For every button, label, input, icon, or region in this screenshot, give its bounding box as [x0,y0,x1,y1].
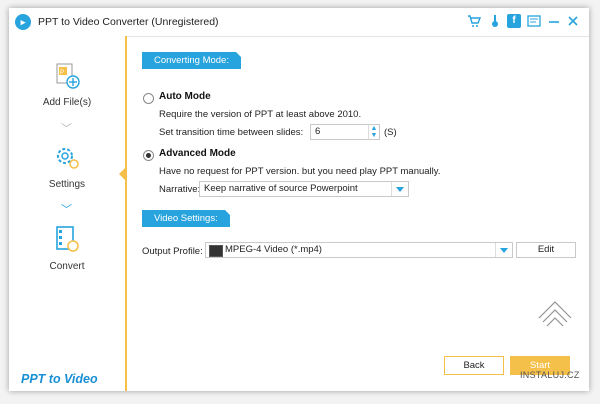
narrative-select[interactable]: Keep narrative of source Powerpoint [199,181,409,197]
output-profile-label: Output Profile: [142,246,203,257]
transition-time-value: 6 [315,126,321,137]
auto-mode-desc: Require the version of PPT at least abov… [159,109,362,120]
watermark-text: INSTALUJ.CZ [520,370,580,380]
auto-mode-label[interactable]: Auto Mode [159,91,211,102]
sidebar-item-convert[interactable]: Convert [9,224,125,272]
transition-time-input[interactable]: 6 ▲ ▼ [310,124,380,140]
edit-button[interactable]: Edit [516,242,576,258]
narrative-value: Keep narrative of source Powerpoint [204,183,358,194]
app-window: ▸ PPT to Video Converter (Unregistered) … [9,8,589,391]
svg-text:P: P [60,70,64,76]
sidebar-item-add-files[interactable]: P Add File(s) [9,62,125,108]
add-file-icon: P [54,63,80,93]
transition-label: Set transition time between slides: [159,127,304,138]
title-bar: ▸ PPT to Video Converter (Unregistered) … [9,8,589,37]
window-title: PPT to Video Converter (Unregistered) [38,16,219,28]
brand-label: PPT to Video [21,372,98,386]
main-panel: Converting Mode: Auto Mode Require the v… [127,36,589,391]
sidebar-item-label: Add File(s) [42,97,92,108]
output-profile-value: MPEG-4 Video (*.mp4) [225,244,322,255]
active-step-pointer [119,168,125,180]
sidebar-item-label: Convert [49,261,85,272]
converting-mode-header: Converting Mode: [142,52,241,69]
spinner-icon[interactable]: ▲ ▼ [368,125,379,139]
video-settings-header: Video Settings: [142,210,230,227]
advanced-mode-radio[interactable] [143,150,154,161]
advanced-mode-desc: Have no request for PPT version. but you… [159,166,441,177]
sidebar-item-label: Settings [48,179,86,190]
advanced-mode-label[interactable]: Advanced Mode [159,148,236,159]
auto-mode-radio[interactable] [143,93,154,104]
chevron-down-icon: ﹀ [61,204,72,216]
chevron-down-icon[interactable] [391,182,408,196]
convert-icon [53,226,81,257]
output-profile-select[interactable]: MPEG-4 Video (*.mp4) [205,242,513,258]
narrative-label: Narrative: [159,184,201,195]
cart-icon[interactable] [467,14,482,28]
chevron-down-icon: ﹀ [61,123,72,135]
minimize-icon[interactable] [547,14,561,28]
chevron-down-icon[interactable] [495,243,512,257]
video-format-icon [209,245,223,257]
sidebar: P Add File(s) ﹀ Settings ﹀ Convert PPT t… [9,36,127,391]
watermark-logo-icon [538,301,572,327]
settings-icon [53,148,81,175]
close-icon[interactable] [566,14,580,28]
app-logo-icon: ▸ [15,14,31,30]
seconds-unit: (S) [384,127,397,138]
back-button[interactable]: Back [444,356,504,375]
feedback-icon[interactable] [527,14,541,28]
key-icon[interactable] [488,14,502,28]
facebook-icon[interactable]: f [507,14,521,28]
sidebar-item-settings[interactable]: Settings [9,144,125,190]
